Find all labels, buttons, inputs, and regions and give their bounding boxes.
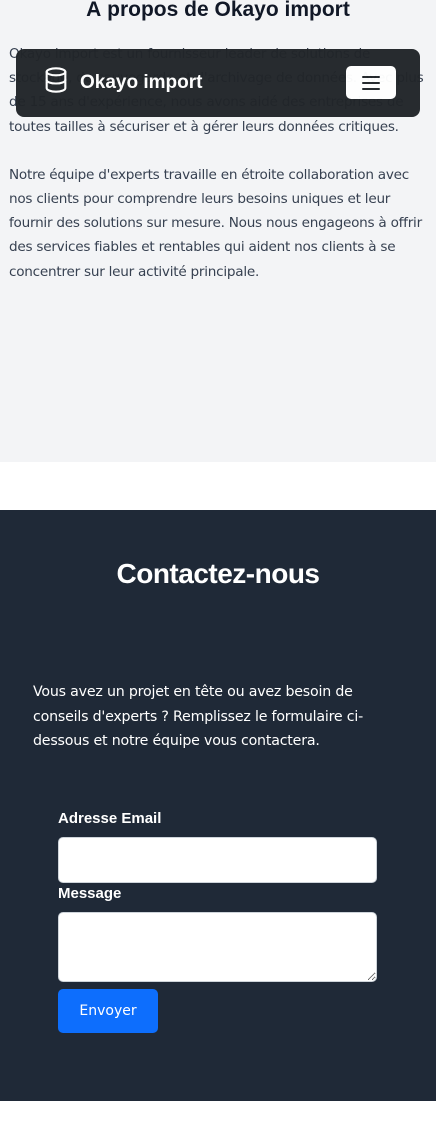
contact-section: Contactez-nous Vous avez un projet en tê… bbox=[0, 510, 436, 1101]
message-field[interactable] bbox=[58, 912, 377, 982]
brand-link[interactable]: Okayo import bbox=[42, 49, 202, 117]
brand-name: Okayo import bbox=[80, 72, 203, 93]
contact-intro: Vous avez un projet en tête ou avez beso… bbox=[33, 684, 364, 749]
email-label: Adresse Email bbox=[58, 810, 162, 827]
hamburger-icon bbox=[362, 75, 380, 90]
about-title: À propos de Okayo import bbox=[86, 0, 350, 21]
about-paragraph: Notre équipe d'experts travaille en étro… bbox=[9, 166, 422, 280]
message-label: Message bbox=[58, 885, 122, 902]
navbar: Okayo import bbox=[16, 49, 420, 117]
navbar-toggler-button[interactable] bbox=[346, 66, 396, 99]
submit-button[interactable]: Envoyer bbox=[58, 989, 158, 1033]
email-field[interactable] bbox=[58, 837, 377, 883]
database-icon bbox=[42, 66, 70, 100]
contact-title: Contactez-nous bbox=[116, 558, 321, 589]
